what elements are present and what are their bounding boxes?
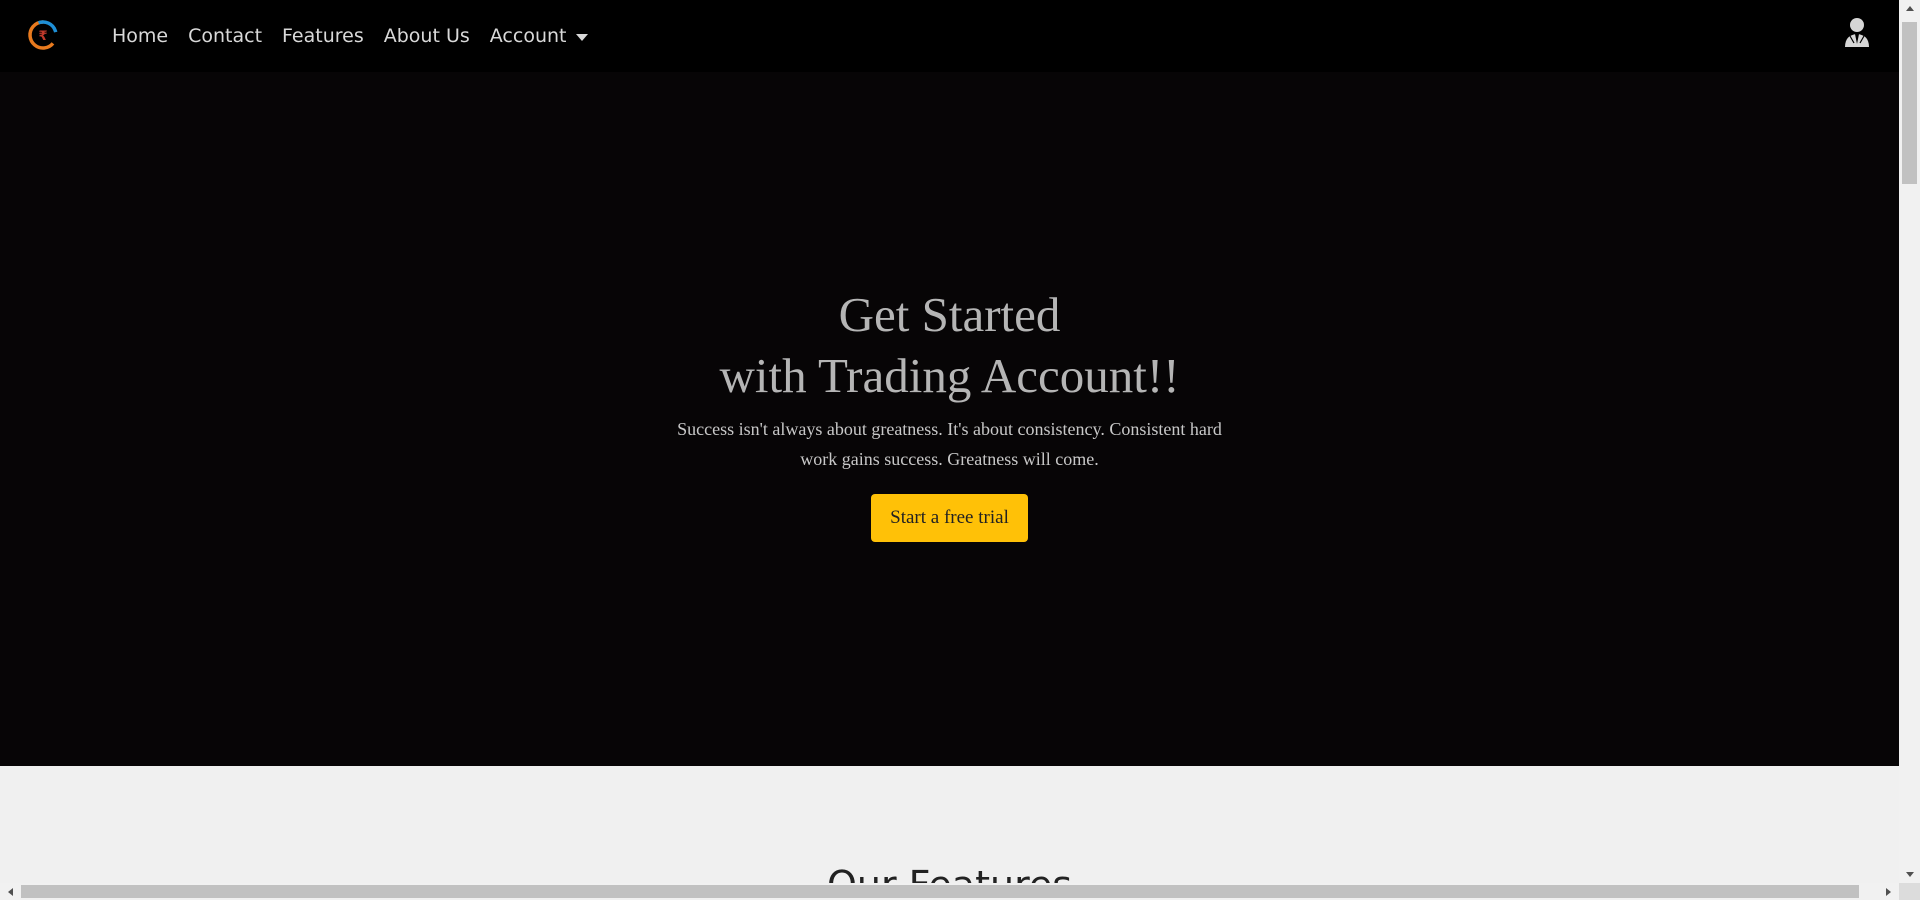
- hero-title-line-1: Get Started: [838, 287, 1061, 342]
- hero-title-line-2: with Trading Account!!: [719, 348, 1180, 403]
- nav-link-contact[interactable]: Contact: [188, 25, 262, 47]
- account-dropdown-label: Account: [489, 25, 567, 47]
- vertical-scrollbar[interactable]: [1899, 0, 1920, 883]
- scroll-right-icon[interactable]: [1880, 883, 1897, 900]
- svg-text:₹: ₹: [38, 29, 47, 44]
- hero-description: Success isn't always about greatness. It…: [677, 419, 1222, 469]
- features-section: Our Features: [0, 766, 1899, 900]
- chevron-down-icon: [576, 33, 589, 41]
- page: ₹ Home Contact Features About Us Account: [0, 0, 1920, 900]
- start-free-trial-button[interactable]: Start a free trial: [871, 494, 1028, 542]
- vertical-scrollbar-thumb[interactable]: [1902, 22, 1917, 184]
- nav-link-home[interactable]: Home: [112, 25, 168, 47]
- scrollbar-corner: [1899, 883, 1920, 900]
- horizontal-scrollbar[interactable]: [0, 883, 1899, 900]
- scroll-down-icon[interactable]: [1899, 866, 1920, 883]
- scroll-up-icon[interactable]: [1899, 0, 1920, 17]
- nav-link-about-us[interactable]: About Us: [384, 25, 470, 47]
- brand-logo-icon[interactable]: ₹: [26, 18, 60, 52]
- user-icon[interactable]: [1842, 16, 1872, 48]
- hero-title: Get Started with Trading Account!!: [0, 284, 1899, 406]
- nav-links: Home Contact Features About Us Account: [112, 0, 608, 72]
- horizontal-scrollbar-thumb[interactable]: [21, 885, 1859, 898]
- top-navbar: ₹ Home Contact Features About Us Account: [0, 0, 1899, 72]
- scroll-left-icon[interactable]: [2, 883, 19, 900]
- nav-link-features[interactable]: Features: [282, 25, 364, 47]
- hero-section: Get Started with Trading Account!! Succe…: [0, 72, 1899, 766]
- account-dropdown[interactable]: Account: [490, 25, 589, 47]
